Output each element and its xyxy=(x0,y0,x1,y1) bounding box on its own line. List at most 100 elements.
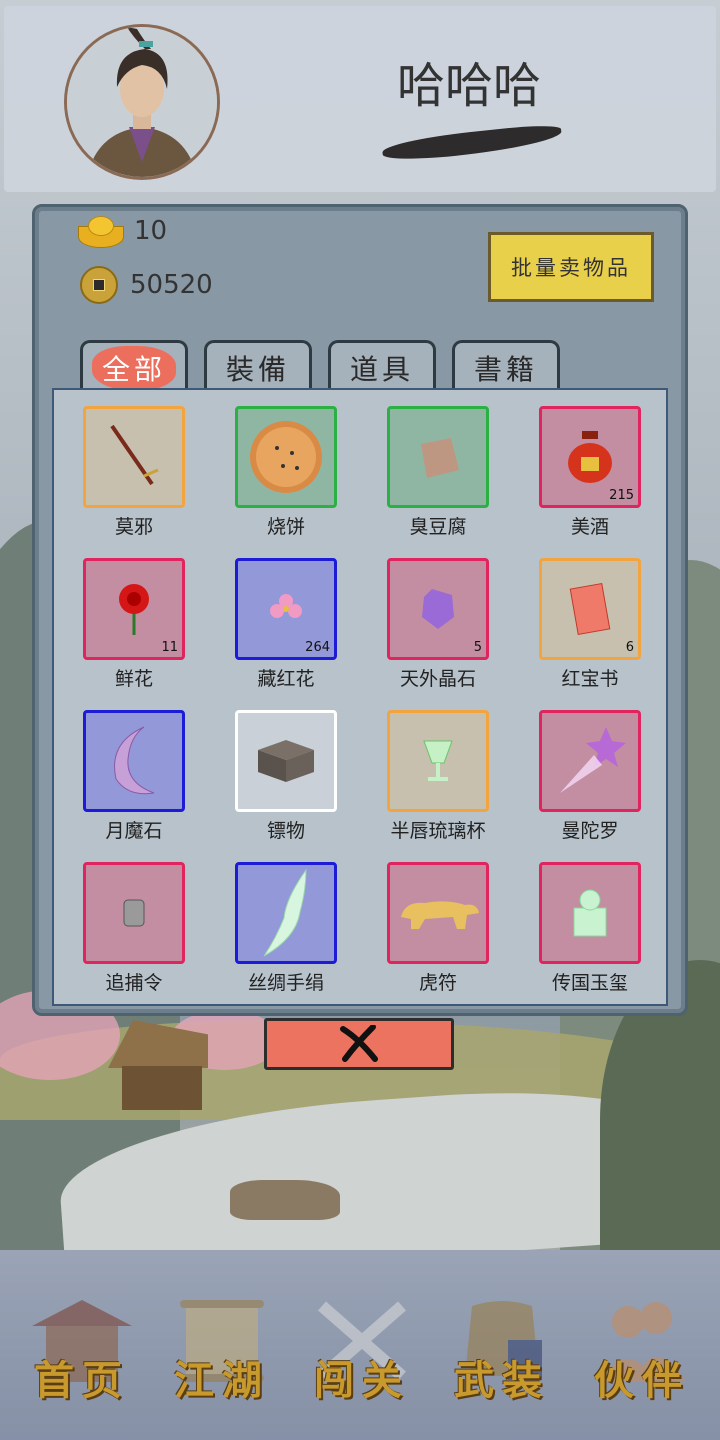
jade-seal-icon xyxy=(573,889,607,937)
inventory-item[interactable]: 11 鲜花 xyxy=(54,542,194,690)
item-name: 镖物 xyxy=(266,820,305,842)
item-slot[interactable] xyxy=(387,862,489,964)
category-tabs: 全部 裝備 道具 書籍 xyxy=(80,340,560,392)
crescent-moon-icon xyxy=(114,726,155,795)
item-slot[interactable]: 5 xyxy=(387,558,489,660)
item-name: 月魔石 xyxy=(105,820,163,842)
inventory-item[interactable]: 烧饼 xyxy=(206,390,346,538)
tofu-icon xyxy=(421,438,459,478)
item-slot[interactable] xyxy=(387,710,489,812)
item-slot[interactable] xyxy=(387,406,489,508)
nav-jianghu[interactable]: 江湖 xyxy=(162,1286,282,1416)
nav-armory[interactable]: 武装 xyxy=(442,1286,562,1416)
saffron-flower-icon xyxy=(270,594,302,618)
item-name: 莫邪 xyxy=(114,516,153,538)
red-book-icon xyxy=(569,582,611,636)
nav-label: 武装 xyxy=(454,1357,550,1404)
item-grid: 莫邪 烧饼 臭豆腐 215 美酒 11 鲜花 264 藏红花 5 天外晶石 6 … xyxy=(52,388,668,1006)
item-count: 215 xyxy=(609,488,634,503)
inventory-item[interactable]: 丝绸手绢 xyxy=(206,846,346,994)
warrant-token-icon xyxy=(123,899,145,927)
nav-home[interactable]: 首页 xyxy=(22,1286,142,1416)
tab-all[interactable]: 全部 xyxy=(80,340,188,392)
inventory-item[interactable]: 追捕令 xyxy=(54,846,194,994)
item-name: 鲜花 xyxy=(114,668,153,690)
crystal-icon xyxy=(422,589,454,629)
item-slot[interactable]: 11 xyxy=(83,558,185,660)
item-name: 红宝书 xyxy=(561,668,619,690)
item-name: 传国玉玺 xyxy=(551,972,628,994)
item-slot[interactable] xyxy=(235,406,337,508)
gold-ingot-counter: 10 xyxy=(78,216,168,248)
inventory-item[interactable]: 臭豆腐 xyxy=(358,390,498,538)
item-name: 追捕令 xyxy=(105,972,163,994)
glass-cup-icon xyxy=(423,740,453,781)
inventory-item[interactable]: 传国玉玺 xyxy=(510,846,650,994)
item-name: 美酒 xyxy=(570,516,609,538)
player-name: 哈哈哈 xyxy=(396,58,541,114)
item-slot[interactable] xyxy=(235,862,337,964)
item-slot[interactable] xyxy=(539,710,641,812)
tab-props[interactable]: 道具 xyxy=(328,340,436,392)
inventory-item[interactable]: 半唇琉璃杯 xyxy=(358,694,498,842)
item-name: 虎符 xyxy=(418,972,457,994)
nav-partners[interactable]: 伙伴 xyxy=(582,1286,702,1416)
player-header: 哈哈哈 xyxy=(4,6,716,192)
brush-stroke-decoration xyxy=(381,122,563,164)
inventory-item[interactable]: 月魔石 xyxy=(54,694,194,842)
gold-ingot-icon xyxy=(78,216,124,248)
item-slot[interactable] xyxy=(83,862,185,964)
item-name: 天外晶石 xyxy=(399,668,476,690)
item-slot[interactable] xyxy=(83,710,185,812)
inventory-item[interactable]: 5 天外晶石 xyxy=(358,542,498,690)
nav-challenge[interactable]: 闯关 xyxy=(302,1286,422,1416)
tiger-tally-icon xyxy=(401,901,479,929)
item-count: 5 xyxy=(473,640,482,655)
tab-label: 書籍 xyxy=(473,352,538,386)
item-slot[interactable]: 6 xyxy=(539,558,641,660)
nav-label: 首页 xyxy=(34,1357,130,1404)
item-slot[interactable] xyxy=(539,862,641,964)
item-slot[interactable]: 215 xyxy=(539,406,641,508)
tab-books[interactable]: 書籍 xyxy=(452,340,560,392)
copper-coin-icon xyxy=(80,266,118,304)
rock xyxy=(230,1180,340,1220)
tab-label: 裝備 xyxy=(225,352,290,386)
tab-label: 全部 xyxy=(91,345,176,390)
gold-ingot-value: 10 xyxy=(134,216,168,246)
inventory-item[interactable]: 曼陀罗 xyxy=(510,694,650,842)
copper-coin-counter: 50520 xyxy=(80,266,213,304)
inventory-item[interactable]: 215 美酒 xyxy=(510,390,650,538)
inventory-item[interactable]: 莫邪 xyxy=(54,390,194,538)
bottom-nav: 首页 江湖 闯关 武装 伙伴 xyxy=(0,1250,720,1440)
item-name: 臭豆腐 xyxy=(409,516,467,538)
silk-handkerchief-icon xyxy=(263,868,307,957)
close-button[interactable] xyxy=(264,1018,454,1070)
item-name: 藏红花 xyxy=(257,668,315,690)
chest-icon xyxy=(258,740,314,782)
nav-label: 伙伴 xyxy=(594,1357,690,1404)
item-name: 烧饼 xyxy=(266,516,305,538)
hut xyxy=(108,1020,208,1110)
item-name: 曼陀罗 xyxy=(561,820,619,842)
item-count: 11 xyxy=(161,640,178,655)
batch-sell-button[interactable]: 批量卖物品 xyxy=(488,232,654,302)
item-name: 丝绸手绢 xyxy=(247,972,324,994)
item-slot[interactable] xyxy=(83,406,185,508)
tab-equipment[interactable]: 裝備 xyxy=(204,340,312,392)
item-count: 6 xyxy=(625,640,634,655)
inventory-item[interactable]: 虎符 xyxy=(358,846,498,994)
nav-label: 江湖 xyxy=(174,1357,270,1404)
inventory-item[interactable]: 264 藏红花 xyxy=(206,542,346,690)
datura-star-icon xyxy=(560,727,626,793)
sword-icon xyxy=(110,424,159,486)
inventory-item[interactable]: 镖物 xyxy=(206,694,346,842)
item-slot[interactable]: 264 xyxy=(235,558,337,660)
wine-jar-icon xyxy=(568,431,612,483)
inventory-item[interactable]: 6 红宝书 xyxy=(510,542,650,690)
copper-coin-value: 50520 xyxy=(130,270,213,300)
item-slot[interactable] xyxy=(235,710,337,812)
avatar[interactable] xyxy=(64,24,220,180)
nav-label: 闯关 xyxy=(314,1357,410,1404)
item-count: 264 xyxy=(305,640,330,655)
